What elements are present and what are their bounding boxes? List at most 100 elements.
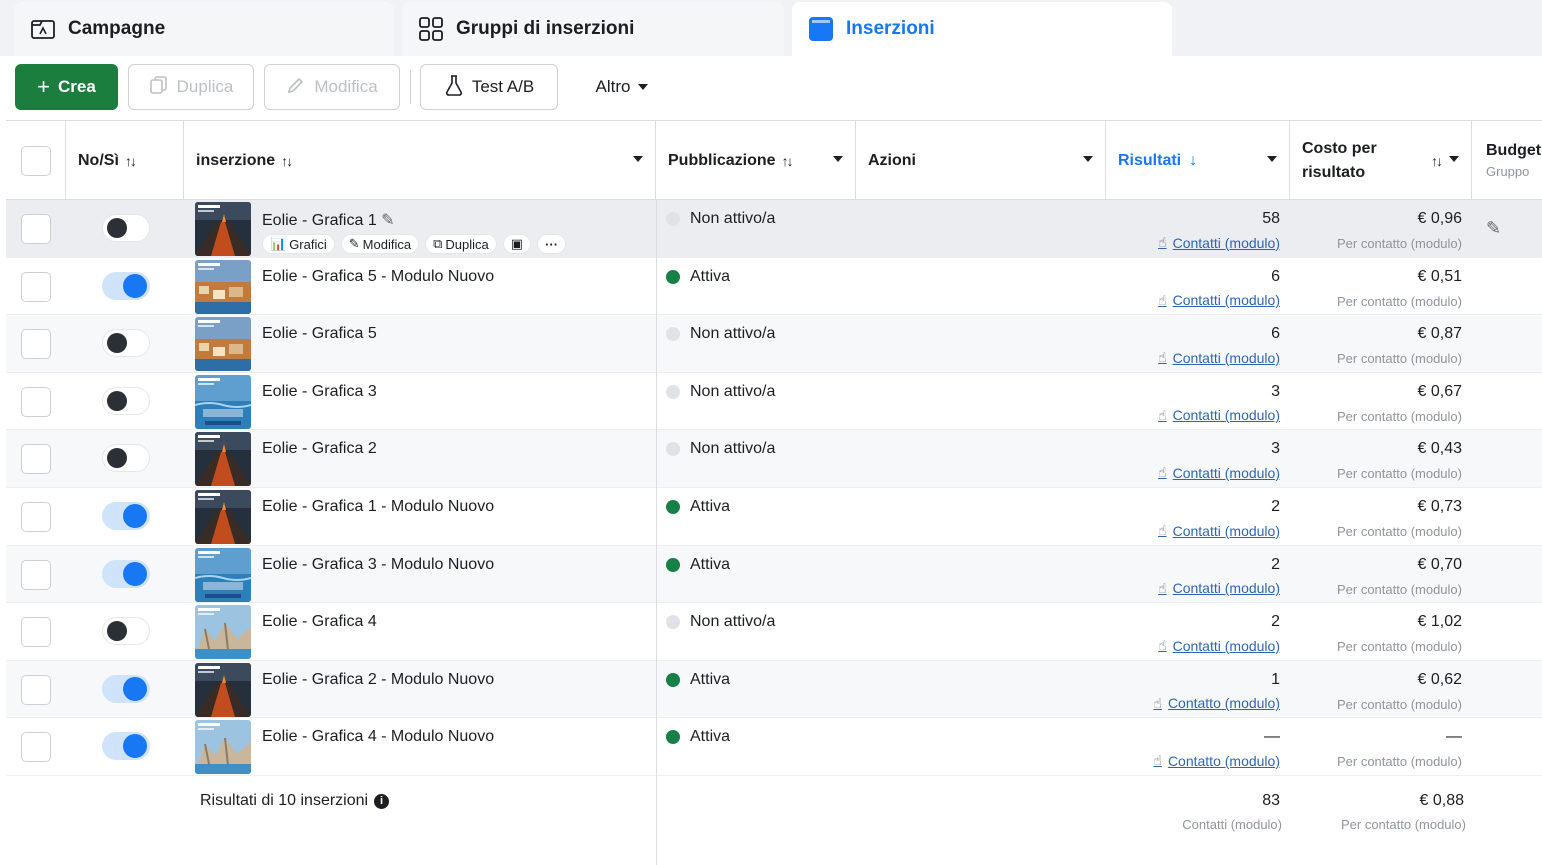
column-divider: [656, 200, 657, 865]
cost-label: Per contatto (modulo): [1336, 466, 1462, 482]
ad-thumbnail[interactable]: [195, 432, 251, 487]
row-toggle[interactable]: [102, 444, 150, 473]
ad-thumbnail[interactable]: [195, 662, 251, 717]
header-onoff[interactable]: No/Sì ↑↓: [66, 121, 184, 200]
header-budget[interactable]: Budget Gruppo: [1472, 121, 1542, 200]
cost-value: € 1,02: [1417, 613, 1462, 631]
header-cost-per-result[interactable]: Costo per risultato ↑↓: [1290, 121, 1472, 200]
charts-button[interactable]: 📊 Grafici: [262, 234, 335, 254]
row-checkbox[interactable]: [21, 214, 51, 244]
ad-name[interactable]: Eolie - Grafica 2: [262, 440, 377, 458]
cost-value: € 0,73: [1417, 498, 1462, 515]
cost-label: Per contatto (modulo): [1336, 351, 1462, 367]
info-icon[interactable]: i: [374, 793, 390, 809]
edit-name-icon[interactable]: ✎: [381, 212, 394, 229]
table-row[interactable]: Eolie - Grafica 3 Non attivo/a 3 ☝ Conta…: [6, 372, 1542, 431]
row-toggle[interactable]: [102, 502, 150, 530]
tab-campaigns[interactable]: Campagne: [14, 2, 394, 56]
more-options-icon[interactable]: ···: [537, 234, 567, 254]
row-toggle[interactable]: [102, 271, 150, 300]
ad-thumbnail[interactable]: [195, 317, 251, 372]
row-checkbox[interactable]: [21, 386, 51, 417]
result-label[interactable]: ☝ Contatti (modulo): [1158, 292, 1280, 309]
tab-adsets[interactable]: Gruppi di inserzioni: [402, 2, 784, 56]
cost-value: € 0,96: [1417, 210, 1462, 227]
row-checkbox[interactable]: [21, 502, 51, 532]
table-row[interactable]: Eolie - Grafica 1 - Modulo Nuovo Attiva …: [6, 488, 1542, 546]
table-row[interactable]: Eolie - Grafica 2 Non attivo/a 3 ☝ Conta…: [6, 430, 1542, 488]
table-row[interactable]: Eolie - Grafica 4 - Modulo Nuovo Attiva …: [6, 718, 1542, 776]
pencil-icon[interactable]: ✎: [1486, 218, 1501, 239]
ad-name[interactable]: Eolie - Grafica 1 ✎: [262, 210, 395, 230]
hand-pointer-icon: ☝: [1158, 579, 1167, 596]
tab-ads[interactable]: Inserzioni: [792, 2, 1172, 56]
header-ad-name[interactable]: inserzione ↑↓: [184, 121, 656, 200]
table-row[interactable]: Eolie - Grafica 5 - Modulo Nuovo Attiva …: [6, 257, 1542, 316]
row-checkbox[interactable]: [21, 271, 51, 302]
ad-thumbnail[interactable]: [195, 720, 251, 775]
delivery-status: Attiva: [666, 556, 730, 574]
table-row[interactable]: Eolie - Grafica 1 ✎ 📊 Grafici ✎ Modifica ⧉…: [6, 200, 1542, 258]
ad-thumbnail[interactable]: [195, 547, 251, 602]
hand-pointer-icon: ☝: [1158, 522, 1167, 538]
select-all-checkbox[interactable]: [20, 145, 51, 176]
result-label[interactable]: ☝ Contatti (modulo): [1158, 464, 1280, 481]
row-checkbox[interactable]: [21, 329, 51, 360]
cost-label: Per contatto (modulo): [1336, 408, 1462, 424]
table-row[interactable]: Eolie - Grafica 2 - Modulo Nuovo Attiva …: [6, 660, 1542, 719]
table-row[interactable]: Eolie - Grafica 3 - Modulo Nuovo Attiva …: [6, 545, 1542, 604]
cost-value: € 0,87: [1417, 325, 1462, 343]
ad-name[interactable]: Eolie - Grafica 1 - Modulo Nuovo: [262, 498, 494, 516]
row-toggle[interactable]: [102, 559, 150, 588]
header-delivery[interactable]: Pubblicazione ↑↓: [656, 121, 856, 200]
row-toggle[interactable]: [102, 329, 150, 358]
row-toggle[interactable]: [102, 732, 150, 761]
copy-icon: ⧉: [433, 236, 443, 251]
create-button[interactable]: + Crea: [15, 64, 118, 110]
ad-name[interactable]: Eolie - Grafica 3 - Modulo Nuovo: [262, 556, 494, 574]
row-toggle[interactable]: [102, 674, 150, 703]
image-icon[interactable]: ▣: [502, 234, 532, 254]
duplicate-row-button[interactable]: ⧉ Duplica: [425, 234, 497, 254]
cost-label: Per contatto (modulo): [1336, 236, 1462, 251]
ad-thumbnail[interactable]: [195, 374, 251, 429]
table-row[interactable]: Eolie - Grafica 5 Non attivo/a 6 ☝ Conta…: [6, 315, 1542, 373]
ad-thumbnail[interactable]: [195, 202, 251, 256]
ad-name[interactable]: Eolie - Grafica 3: [262, 383, 377, 401]
result-label[interactable]: ☝ Contatti (modulo): [1158, 234, 1280, 251]
ad-name[interactable]: Eolie - Grafica 5 - Modulo Nuovo: [262, 268, 494, 286]
duplicate-button[interactable]: Duplica: [128, 64, 254, 110]
header-actions[interactable]: Azioni: [856, 121, 1106, 200]
more-dropdown[interactable]: Altro: [574, 64, 670, 110]
ad-thumbnail[interactable]: [195, 490, 251, 544]
row-checkbox[interactable]: [21, 732, 51, 763]
result-label[interactable]: ☝ Contatti (modulo): [1158, 580, 1280, 597]
ad-name[interactable]: Eolie - Grafica 4: [262, 613, 377, 631]
result-label[interactable]: ☝ Contatti (modulo): [1158, 522, 1280, 539]
edit-button[interactable]: Modifica: [264, 64, 400, 110]
edit-row-button[interactable]: ✎ Modifica: [340, 234, 420, 254]
row-checkbox[interactable]: [21, 559, 51, 590]
table-row[interactable]: Eolie - Grafica 4 Non attivo/a 2 ☝ Conta…: [6, 603, 1542, 661]
ad-name[interactable]: Eolie - Grafica 4 - Modulo Nuovo: [262, 728, 494, 746]
result-label[interactable]: ☝ Contatti (modulo): [1158, 407, 1280, 424]
row-checkbox[interactable]: [21, 617, 51, 648]
row-toggle[interactable]: [102, 617, 150, 646]
footer-cost: € 0,88: [1419, 792, 1464, 809]
ad-thumbnail[interactable]: [195, 259, 251, 314]
ad-name[interactable]: Eolie - Grafica 5: [262, 325, 377, 343]
row-checkbox[interactable]: [21, 674, 51, 705]
result-label[interactable]: ☝ Contatti (modulo): [1158, 637, 1280, 654]
row-toggle[interactable]: [102, 386, 150, 415]
result-label[interactable]: ☝ Contatto (modulo): [1153, 752, 1280, 769]
header-results[interactable]: Risultati ↓: [1106, 121, 1290, 200]
row-checkbox[interactable]: [21, 444, 51, 475]
ad-thumbnail[interactable]: [195, 605, 251, 660]
result-label[interactable]: ☝ Contatto (modulo): [1153, 695, 1280, 712]
row-toggle[interactable]: [102, 214, 150, 242]
hand-pointer-icon: ☝: [1158, 349, 1167, 366]
ad-name[interactable]: Eolie - Grafica 2 - Modulo Nuovo: [262, 671, 494, 689]
result-label[interactable]: ☝ Contatti (modulo): [1158, 349, 1280, 366]
cost-value: € 0,51: [1417, 267, 1462, 285]
ab-test-button[interactable]: Test A/B: [420, 64, 558, 110]
